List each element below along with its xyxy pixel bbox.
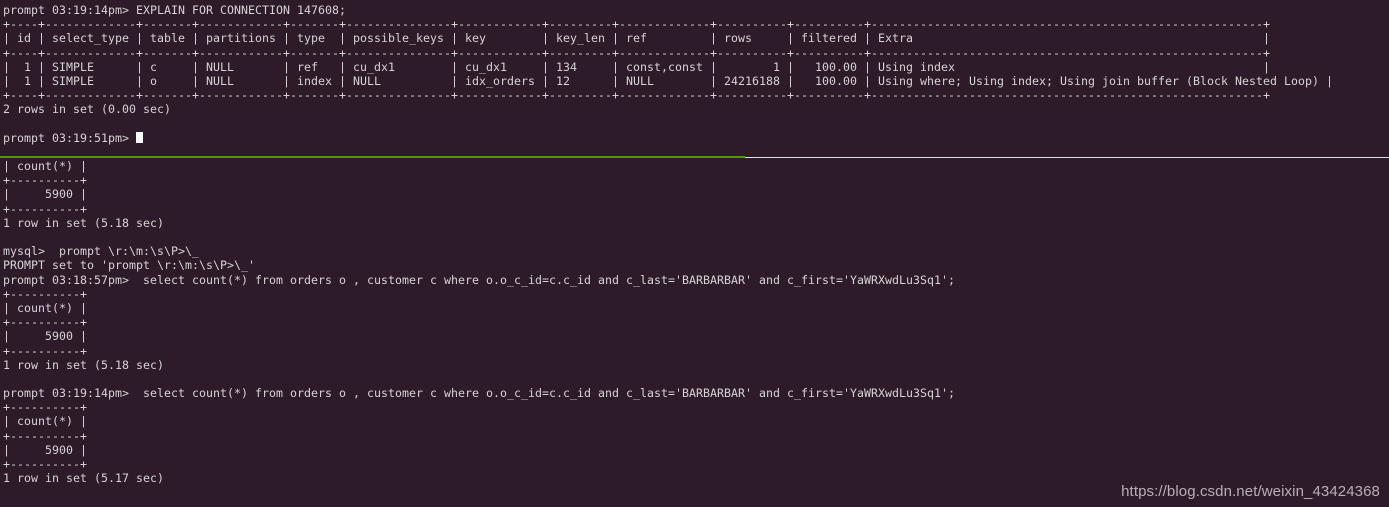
terminal-line: +----------+ [3, 286, 88, 301]
terminal-line: +----------+ [3, 201, 88, 216]
terminal-line: +----------+ [3, 400, 88, 415]
terminal-line: | count(*) | [3, 159, 88, 174]
text-cursor [136, 131, 143, 144]
terminal-line: mysql> prompt \r:\m:\s\P>\_ [3, 244, 200, 259]
terminal-line: +----------+ [3, 343, 88, 358]
terminal-line: | 1 | SIMPLE | o | NULL | index | NULL |… [3, 73, 1334, 88]
terminal-line: | count(*) | [3, 300, 88, 315]
terminal-line: +----------+ [3, 173, 88, 188]
terminal-line: +----------+ [3, 457, 88, 471]
terminal-line: +----+-------------+-------+------------… [3, 45, 1271, 60]
terminal-line: prompt 03:19:14pm> select count(*) from … [3, 386, 956, 401]
terminal-line: | 5900 | [3, 442, 88, 457]
terminal-line: +----+-------------+-------+------------… [3, 88, 1271, 103]
terminal-line: +----------+ [3, 315, 88, 330]
terminal-line: 1 row in set (5.18 sec) [3, 357, 165, 372]
watermark-url: https://blog.csdn.net/weixin_43424368 [1121, 482, 1380, 500]
terminal-window[interactable]: prompt 03:19:14pm> EXPLAIN FOR CONNECTIO… [0, 0, 1389, 507]
terminal-line: prompt 03:18:57pm> select count(*) from … [3, 272, 956, 287]
terminal-line: +----------+ [3, 428, 88, 443]
terminal-line: | 5900 | [3, 329, 88, 344]
terminal-output-area[interactable]: prompt 03:19:14pm> EXPLAIN FOR CONNECTIO… [3, 3, 1389, 485]
terminal-line-text: prompt 03:19:51pm> [3, 130, 137, 145]
terminal-line: prompt 03:19:51pm> [3, 131, 1389, 145]
terminal-line: +----+-------------+-------+------------… [3, 17, 1271, 32]
separator-rule-green [0, 156, 745, 158]
terminal-line: | 1 | SIMPLE | c | NULL | ref | cu_dx1 |… [3, 59, 1271, 74]
terminal-line: | id | select_type | table | partitions … [3, 31, 1271, 46]
terminal-line: 1 row in set (5.18 sec) [3, 215, 165, 230]
terminal-line: | 5900 | [3, 187, 88, 202]
terminal-line: PROMPT set to 'prompt \r:\m:\s\P>\_' [3, 258, 256, 273]
terminal-line: prompt 03:19:14pm> EXPLAIN FOR CONNECTIO… [3, 3, 347, 17]
terminal-line: | count(*) | [3, 414, 88, 429]
terminal-line: 2 rows in set (0.00 sec) [3, 102, 172, 117]
separator-rule-white [745, 157, 1389, 158]
